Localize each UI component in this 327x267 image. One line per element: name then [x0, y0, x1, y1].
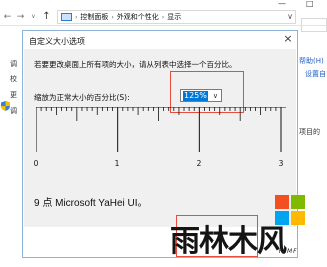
crumb-separator-icon: › — [111, 13, 114, 21]
search-input[interactable] — [301, 18, 327, 32]
address-dropdown-icon[interactable]: ∨ — [287, 12, 293, 21]
background-text: 项目的 — [299, 128, 320, 136]
ruler-label: 1 — [114, 159, 120, 168]
crumb-appearance[interactable]: 外观和个性化 — [117, 12, 159, 22]
left-nav-fragment[interactable]: 调 — [10, 59, 17, 69]
logo-tile — [291, 195, 305, 209]
scale-label: 缩放为正常大小的百分比(S): — [34, 93, 130, 102]
left-nav-pane: 调 校 更 调 — [0, 26, 22, 267]
settings-link[interactable]: 设置自 — [305, 69, 326, 79]
left-nav-fragment[interactable]: 调 — [10, 106, 17, 116]
crumb-separator-icon: › — [161, 13, 165, 21]
left-nav-fragment[interactable]: 更 — [10, 90, 17, 100]
ruler-ticks — [36, 107, 282, 152]
dialog-title: 自定义大小选项 — [29, 37, 85, 46]
logo-tile — [275, 211, 289, 225]
close-icon[interactable]: × — [281, 32, 295, 46]
shield-icon — [1, 101, 10, 111]
crumb-separator-icon: › — [75, 13, 78, 21]
crumb-control-panel[interactable]: 控制面板 — [80, 12, 108, 22]
scale-ruler[interactable] — [36, 107, 286, 157]
forward-arrow-icon[interactable]: → — [14, 10, 27, 23]
dialog-description: 若要更改桌面上所有项的大小，请从列表中选择一个百分比。 — [34, 60, 237, 69]
windows-logo-icon — [275, 195, 305, 225]
watermark-text: 雨林木风 — [170, 224, 287, 259]
address-bar: ← → ∨ ↑ › 控制面板 › 外观和个性化 › 显示 ∨ — [0, 8, 327, 32]
logo-tile — [275, 195, 289, 209]
recent-chevron-icon[interactable]: ∨ — [27, 10, 40, 23]
back-arrow-icon[interactable]: ← — [1, 10, 14, 23]
ruler-label: 3 — [278, 159, 284, 168]
help-link[interactable]: 帮助(H) — [299, 56, 324, 66]
logo-tile — [291, 211, 305, 225]
minimize-button[interactable]: — — [278, 0, 286, 8]
left-nav-fragment[interactable]: 校 — [10, 74, 17, 84]
ruler-labels: 0 1 2 3 — [33, 159, 286, 169]
font-sample-text: 9 点 Microsoft YaHei UI。 — [34, 198, 148, 209]
window-titlebar: — □ — [0, 0, 327, 8]
address-path[interactable]: › 控制面板 › 外观和个性化 › 显示 ∨ — [57, 10, 296, 24]
up-arrow-icon[interactable]: ↑ — [40, 10, 53, 23]
dialog-body: 若要更改桌面上所有项的大小，请从列表中选择一个百分比。 缩放为正常大小的百分比(… — [24, 49, 296, 227]
monitor-icon — [61, 13, 72, 21]
ruler-label: 0 — [33, 159, 39, 168]
crumb-display[interactable]: 显示 — [167, 12, 181, 22]
watermark-subtext: YLMF — [278, 248, 298, 255]
maximize-button[interactable]: □ — [306, 0, 314, 8]
ruler-label: 2 — [196, 159, 202, 168]
